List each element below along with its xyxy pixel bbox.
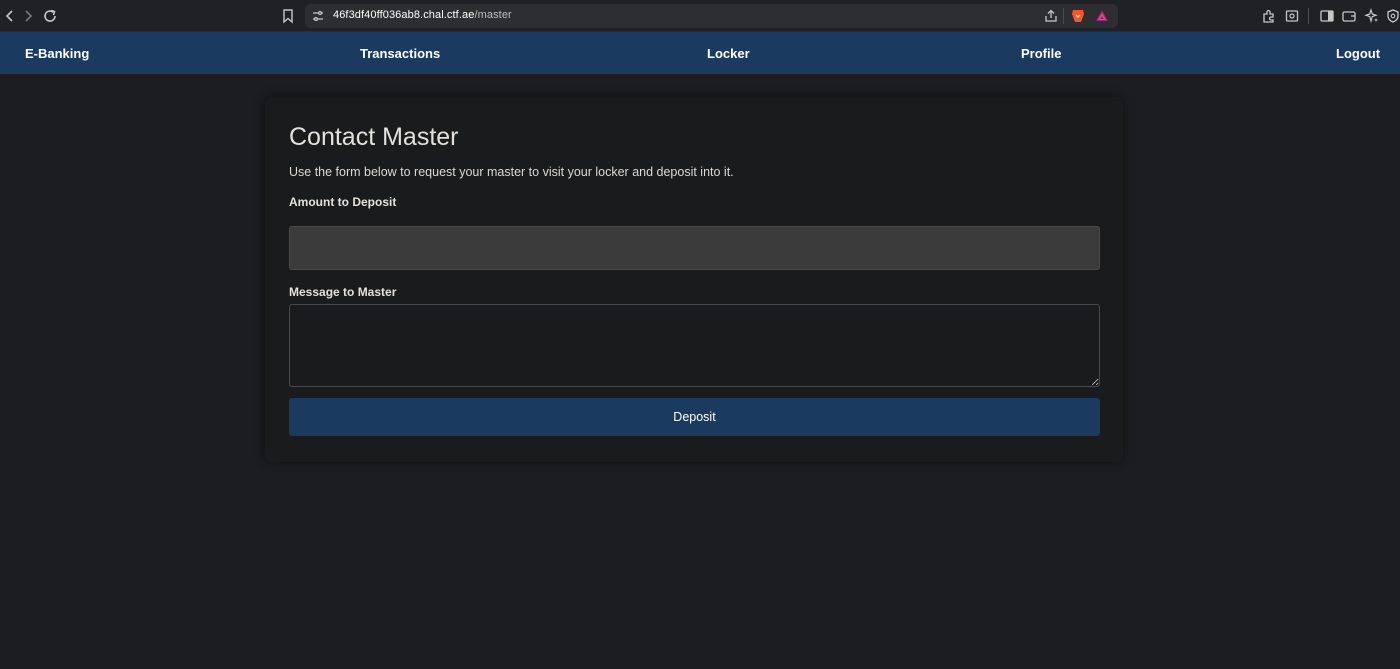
message-textarea[interactable] [289, 304, 1100, 387]
brave-shields-icon[interactable] [1070, 8, 1086, 24]
address-bar[interactable]: 46f3df40ff036ab8.chal.ctf.ae/master [305, 4, 1118, 28]
page-title: Contact Master [289, 123, 459, 151]
top-navbar: E-Banking Transactions Locker Profile Lo… [0, 32, 1400, 74]
nav-item-locker[interactable]: Locker [707, 46, 750, 61]
brand-link[interactable]: E-Banking [25, 46, 89, 61]
url-path: /master [474, 9, 512, 21]
forward-icon[interactable] [18, 6, 38, 26]
amount-input[interactable] [289, 226, 1100, 270]
extensions-icon[interactable] [1259, 6, 1279, 26]
form-description: Use the form below to request your maste… [289, 165, 734, 179]
message-label: Message to Master [289, 285, 397, 299]
deposit-button[interactable]: Deposit [289, 398, 1100, 436]
site-info-icon[interactable] [311, 9, 325, 23]
url-text[interactable]: 46f3df40ff036ab8.chal.ctf.ae/master [333, 9, 512, 21]
vpn-icon[interactable] [1383, 6, 1400, 26]
omnibox-divider [1063, 8, 1064, 24]
brave-rewards-icon[interactable] [1094, 8, 1110, 24]
share-icon[interactable] [1043, 8, 1059, 24]
nav-item-transactions[interactable]: Transactions [360, 46, 440, 61]
sidebar-icon[interactable] [1317, 6, 1337, 26]
bookmark-icon[interactable] [278, 6, 298, 26]
url-host: 46f3df40ff036ab8.chal.ctf.ae [333, 9, 475, 21]
nav-item-profile[interactable]: Profile [1021, 46, 1061, 61]
toolbar-divider [1308, 8, 1309, 24]
back-icon[interactable] [0, 6, 20, 26]
reading-mode-icon[interactable] [1282, 6, 1302, 26]
contact-master-card: Contact Master Use the form below to req… [265, 97, 1123, 462]
nav-item-logout[interactable]: Logout [1336, 46, 1380, 61]
amount-label: Amount to Deposit [289, 195, 397, 209]
reload-icon[interactable] [40, 6, 60, 26]
leo-ai-icon[interactable] [1362, 6, 1382, 26]
browser-toolbar: 46f3df40ff036ab8.chal.ctf.ae/master [0, 0, 1400, 32]
wallet-icon[interactable] [1339, 6, 1359, 26]
